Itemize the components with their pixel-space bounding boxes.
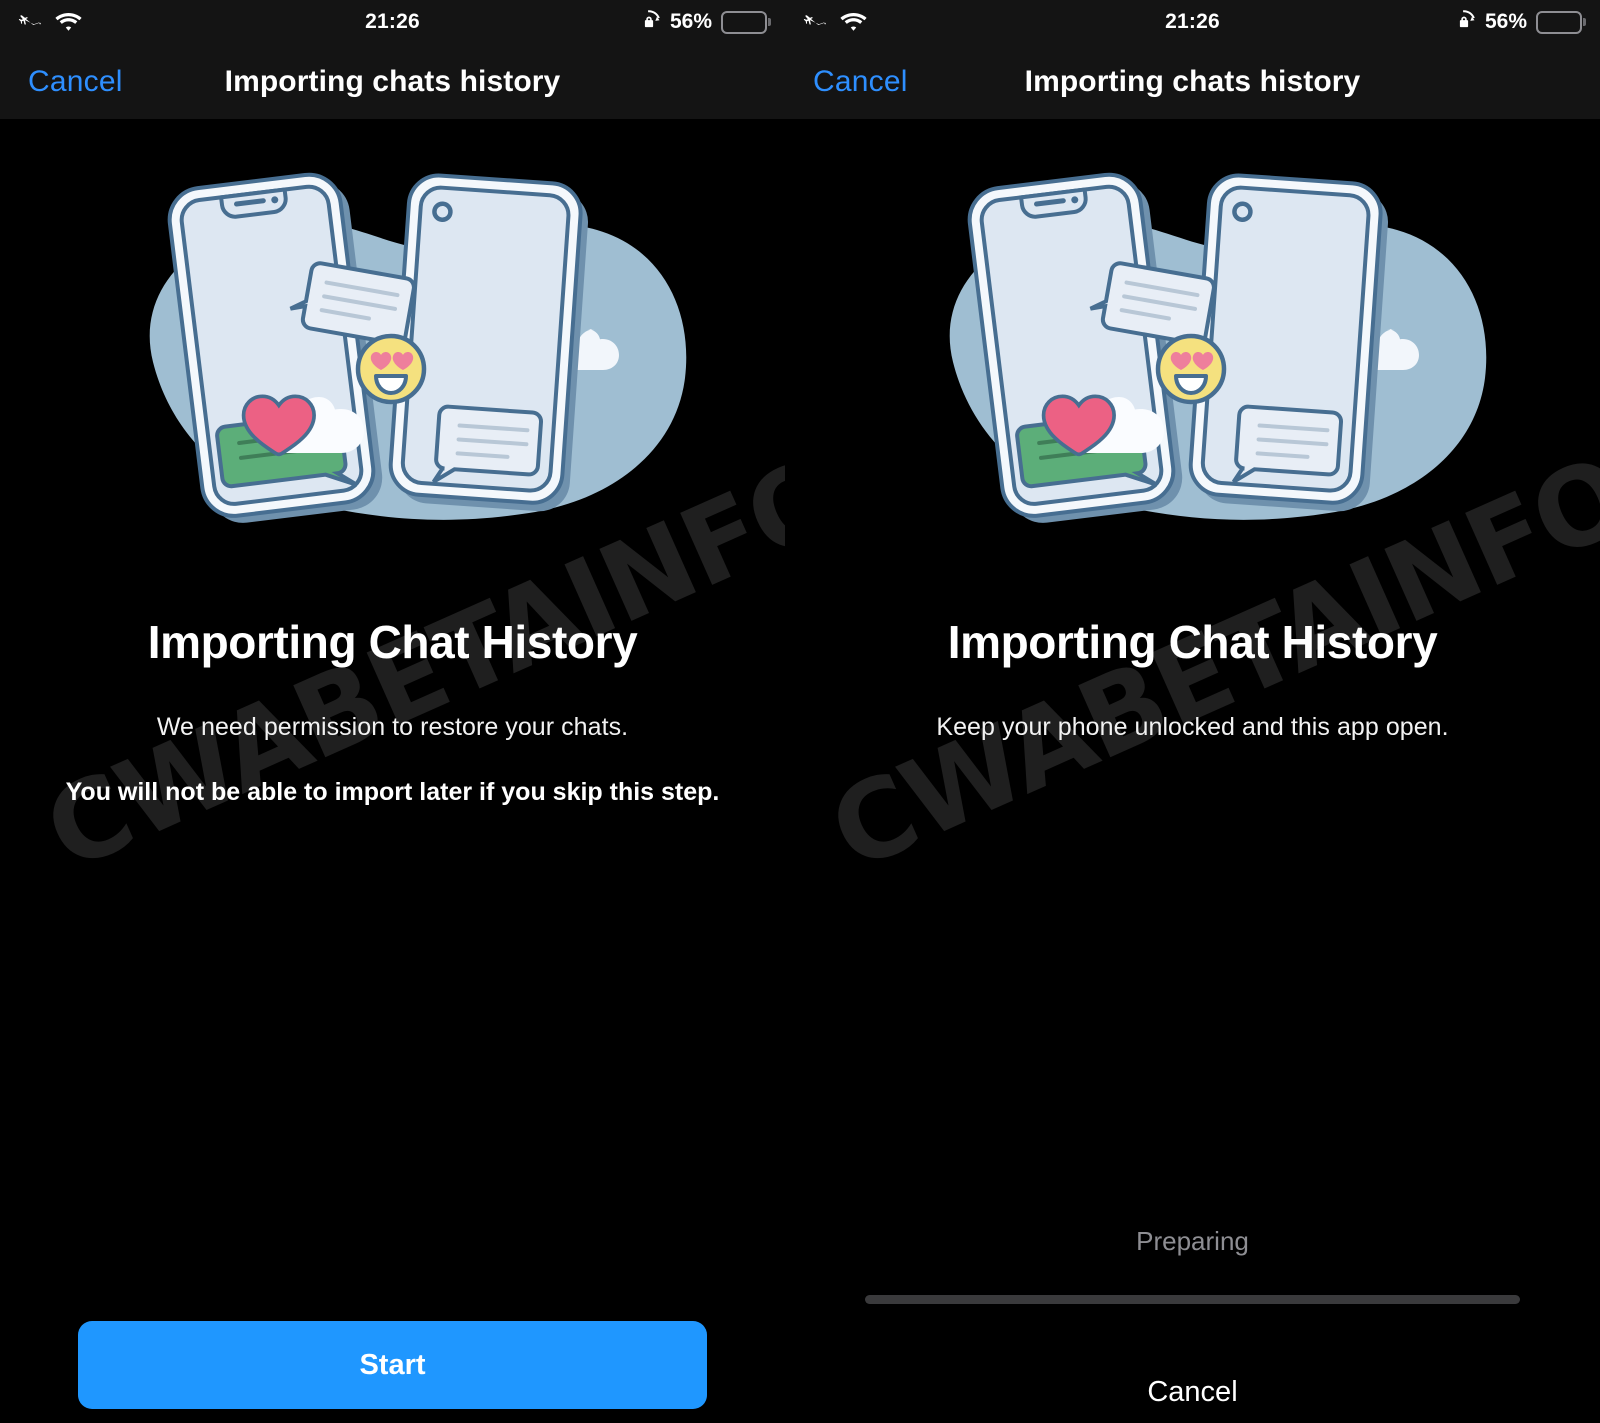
page-warning: You will not be able to import later if … xyxy=(65,778,720,806)
rotation-lock-icon xyxy=(644,10,660,28)
progress-text-block: Importing Chat History Keep your phone u… xyxy=(785,615,1600,742)
progress-bar xyxy=(865,1295,1520,1304)
screen-permission: 21:26 56% Cancel Importing chats history… xyxy=(0,0,785,1423)
screen-content-permission: CWABETAINFO Importing Chat History We ne… xyxy=(0,147,785,1423)
chat-transfer-illustration xyxy=(0,147,785,567)
illustration-svg xyxy=(149,172,686,523)
page-subtitle: We need permission to restore your chats… xyxy=(156,713,629,741)
nav-title: Importing chats history xyxy=(1024,64,1361,98)
start-button[interactable]: Start xyxy=(78,1321,707,1409)
status-bar-right-icons: 56% xyxy=(637,10,785,34)
nav-bar-right: Cancel Importing chats history xyxy=(785,44,1600,119)
battery-icon xyxy=(1536,10,1582,34)
page-title: Importing Chat History xyxy=(147,616,638,668)
progress-status-label: Preparing xyxy=(1136,1226,1249,1256)
illustration-svg xyxy=(949,172,1486,523)
dual-screenshot-container: 21:26 56% Cancel Importing chats history… xyxy=(0,0,1600,1423)
screen-progress: 21:26 56% Cancel Importing chats history… xyxy=(785,0,1600,1423)
cancel-import-button[interactable]: Cancel xyxy=(785,1376,1600,1409)
status-bar-right: 21:26 56% xyxy=(785,0,1600,44)
chat-transfer-illustration xyxy=(785,147,1600,567)
permission-text-block: Importing Chat History We need permissio… xyxy=(0,615,785,807)
page-subtitle: Keep your phone unlocked and this app op… xyxy=(936,713,1449,741)
status-bar-right-icons-2: 56% xyxy=(1452,10,1600,34)
rotation-lock-icon xyxy=(1459,10,1475,28)
battery-percentage: 56% xyxy=(669,10,712,33)
nav-bar-left: Cancel Importing chats history xyxy=(0,44,785,119)
nav-title: Importing chats history xyxy=(224,64,561,98)
battery-percentage: 56% xyxy=(1484,10,1527,33)
battery-icon xyxy=(721,10,767,34)
page-title: Importing Chat History xyxy=(947,616,1438,668)
screen-content-progress: CWABETAINFO Importing Chat History Keep … xyxy=(785,147,1600,1423)
import-progress-section: Preparing Cancel xyxy=(785,1226,1600,1409)
status-bar-left: 21:26 56% xyxy=(0,0,785,44)
